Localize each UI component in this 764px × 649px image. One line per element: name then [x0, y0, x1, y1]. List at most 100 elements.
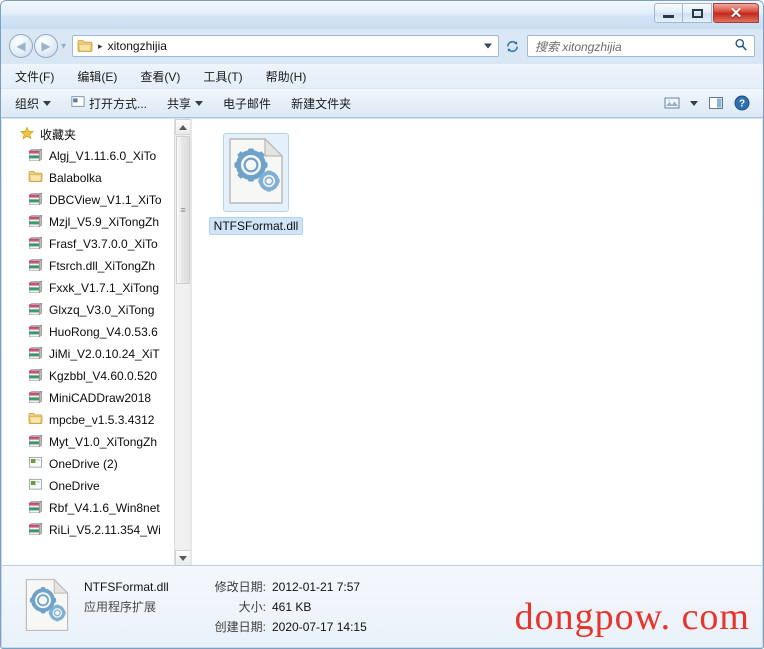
- sidebar-item-label: JiMi_V2.0.10.24_XiT: [49, 347, 160, 361]
- menu-help[interactable]: 帮助(H): [264, 66, 309, 87]
- title-bar: ✕: [1, 1, 763, 29]
- scrollbar-grip-icon: ≡: [180, 204, 186, 215]
- menu-tools[interactable]: 工具(T): [201, 66, 244, 87]
- archive-icon: [28, 390, 43, 407]
- forward-button[interactable]: ▶: [34, 34, 58, 58]
- sidebar-item[interactable]: DBCView_V1.1_XiTo: [2, 189, 190, 211]
- sidebar-scrollbar[interactable]: ≡: [174, 119, 190, 566]
- sidebar-item[interactable]: HuoRong_V4.0.53.6: [2, 321, 190, 343]
- sidebar-item[interactable]: OneDrive (2): [2, 453, 190, 475]
- details-modified-key: 修改日期:: [214, 580, 266, 594]
- archive-icon: [28, 302, 43, 319]
- refresh-icon: [506, 40, 518, 52]
- maximize-button[interactable]: [683, 3, 712, 23]
- file-list-view[interactable]: NTFSFormat.dll: [192, 119, 762, 566]
- window-controls: ✕: [654, 3, 759, 23]
- details-file-name: NTFSFormat.dll: [84, 580, 169, 594]
- archive-icon: [28, 500, 43, 517]
- shortcut-icon: [28, 478, 43, 494]
- menu-view[interactable]: 查看(V): [138, 66, 182, 87]
- sidebar-item-label: mpcbe_v1.5.3.4312: [49, 413, 155, 427]
- open-with-button[interactable]: 打开方式...: [65, 92, 153, 115]
- chevron-down-icon[interactable]: [484, 43, 492, 49]
- nav-dropdown-icon[interactable]: ▾: [61, 41, 66, 52]
- navigation-list: 收藏夹 Algj_V1.11.6.0_XiTo Balabolka DBCView_V…: [2, 119, 190, 541]
- sidebar-item[interactable]: Balabolka: [2, 167, 190, 189]
- scroll-up-icon: [179, 124, 187, 130]
- navigation-buttons: ◀ ▶ ▾: [9, 34, 68, 58]
- organize-label: 组织: [15, 96, 40, 111]
- details-file-type: 应用程序扩展: [84, 600, 157, 614]
- command-bar-right: ?: [661, 93, 763, 113]
- chevron-down-icon: [43, 100, 52, 106]
- details-size-value: 461 KB: [272, 600, 312, 614]
- sidebar-item[interactable]: Mzjl_V5.9_XiTongZh: [2, 211, 190, 233]
- sidebar-item-label: Algj_V1.11.6.0_XiTo: [49, 149, 157, 163]
- sidebar-item-label: Kgzbbl_V4.60.0.520: [49, 369, 158, 383]
- details-size-key: 大小:: [238, 600, 266, 614]
- scroll-down-button[interactable]: [175, 550, 190, 566]
- scrollbar-thumb[interactable]: ≡: [176, 136, 190, 284]
- search-input[interactable]: 搜索 xitongzhijia: [535, 38, 622, 55]
- dll-file-icon: [223, 133, 289, 212]
- refresh-button[interactable]: [501, 35, 523, 57]
- address-bar[interactable]: ▸ xitongzhijia: [72, 35, 499, 57]
- search-icon[interactable]: [734, 38, 748, 55]
- sidebar-item[interactable]: MiniCADDraw2018: [2, 387, 190, 409]
- archive-icon: [28, 346, 43, 363]
- back-button[interactable]: ◀: [9, 34, 33, 58]
- sidebar-item[interactable]: Frasf_V3.7.0.0_XiTo: [2, 233, 190, 255]
- preview-pane-icon: [709, 97, 723, 109]
- scroll-up-button[interactable]: [175, 119, 190, 135]
- details-modified-value: 2012-01-21 7:57: [272, 580, 361, 594]
- details-row-created: 创建日期: 2020-07-17 14:15: [84, 618, 367, 635]
- archive-icon: [28, 434, 43, 451]
- minimize-icon: [663, 14, 674, 18]
- breadcrumb-path[interactable]: xitongzhijia: [108, 39, 167, 53]
- archive-icon: [28, 192, 43, 209]
- help-button[interactable]: ?: [731, 93, 753, 113]
- share-button[interactable]: 共享: [161, 92, 209, 115]
- new-folder-button[interactable]: 新建文件夹: [285, 92, 357, 115]
- folder-icon: [28, 412, 43, 428]
- address-row: ◀ ▶ ▾ ▸ xitongzhijia 搜索 xitongzhijia: [1, 31, 763, 61]
- sidebar-item-label: Glxzq_V3.0_XiTong: [49, 303, 155, 317]
- menu-edit[interactable]: 编辑(E): [75, 66, 119, 87]
- chevron-down-icon: [690, 100, 698, 106]
- sidebar-item[interactable]: Kgzbbl_V4.60.0.520: [2, 365, 190, 387]
- back-arrow-icon: ◀: [16, 39, 26, 53]
- email-label: 电子邮件: [223, 96, 272, 111]
- view-dropdown-button[interactable]: [687, 99, 701, 108]
- view-layout-button[interactable]: [661, 94, 683, 112]
- sidebar-item[interactable]: mpcbe_v1.5.3.4312: [2, 409, 190, 431]
- sidebar-item[interactable]: Algj_V1.11.6.0_XiTo: [2, 145, 190, 167]
- dll-file-icon: [24, 577, 70, 636]
- sidebar-item[interactable]: Ftsrch.dll_XiTongZh: [2, 255, 190, 277]
- sidebar-item-label: Frasf_V3.7.0.0_XiTo: [49, 237, 158, 251]
- sidebar-item[interactable]: Fxxk_V1.7.1_XiTong: [2, 277, 190, 299]
- close-button[interactable]: ✕: [713, 3, 759, 23]
- sidebar-item[interactable]: OneDrive: [2, 475, 190, 497]
- sidebar-item[interactable]: JiMi_V2.0.10.24_XiT: [2, 343, 190, 365]
- explorer-body: 收藏夹 Algj_V1.11.6.0_XiTo Balabolka DBCView_V…: [2, 119, 762, 566]
- sidebar-item[interactable]: Myt_V1.0_XiTongZh: [2, 431, 190, 453]
- preview-pane-button[interactable]: [705, 94, 727, 112]
- breadcrumb-separator: ▸: [98, 40, 103, 51]
- svg-text:?: ?: [739, 99, 745, 110]
- archive-icon: [28, 280, 43, 297]
- organize-button[interactable]: 组织: [9, 92, 57, 115]
- minimize-button[interactable]: [654, 3, 683, 23]
- sidebar-item[interactable]: RiLi_V5.2.11.354_Wi: [2, 519, 190, 541]
- search-box[interactable]: 搜索 xitongzhijia: [527, 35, 755, 57]
- sidebar-item-label: Fxxk_V1.7.1_XiTong: [49, 281, 160, 295]
- email-button[interactable]: 电子邮件: [217, 92, 277, 115]
- sidebar-item[interactable]: Rbf_V4.1.6_Win8net: [2, 497, 190, 519]
- file-item-ntfsformat[interactable]: NTFSFormat.dll: [204, 129, 308, 235]
- archive-icon: [28, 236, 43, 253]
- sidebar-item-label: Rbf_V4.1.6_Win8net: [49, 501, 160, 515]
- menu-file[interactable]: 文件(F): [13, 66, 56, 87]
- sidebar-header-favorites[interactable]: 收藏夹: [2, 123, 190, 145]
- sidebar-header-label: 收藏夹: [40, 127, 77, 142]
- star-icon: [19, 125, 35, 143]
- sidebar-item[interactable]: Glxzq_V3.0_XiTong: [2, 299, 190, 321]
